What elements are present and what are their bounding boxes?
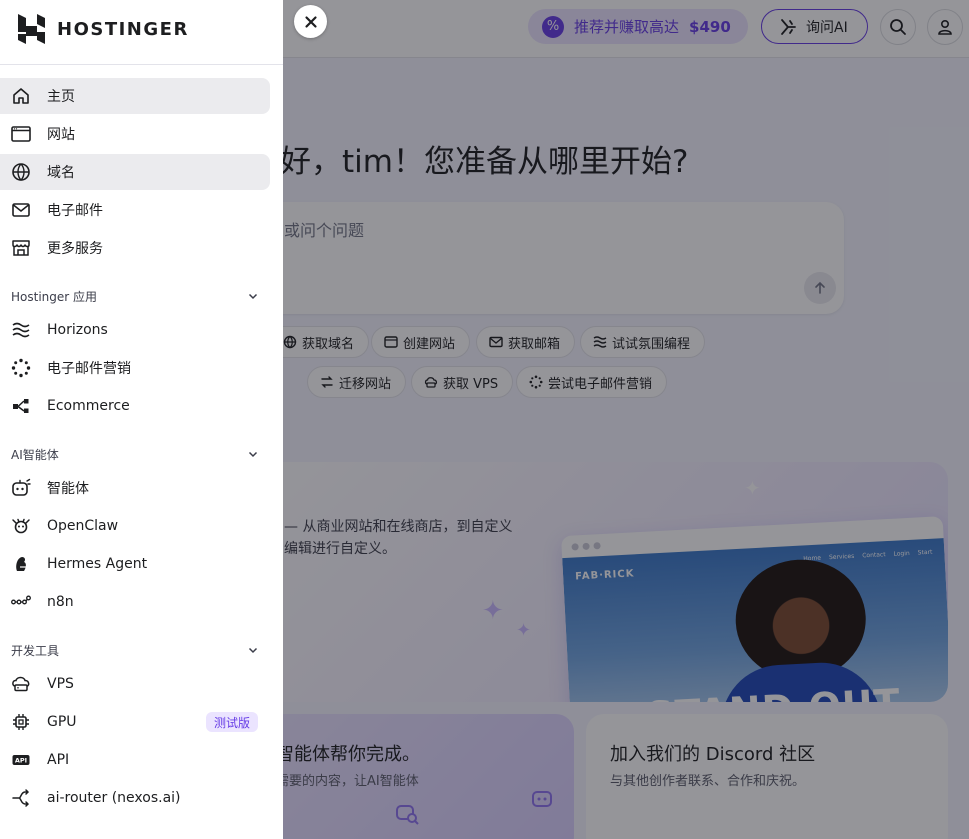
sidebar-item-label: API: [47, 752, 70, 768]
horizons-icon: [11, 320, 31, 340]
sidebar-item-label: n8n: [47, 594, 74, 610]
chip-icon: [11, 712, 31, 732]
close-sidebar-button[interactable]: [294, 5, 327, 38]
home-icon: [11, 86, 31, 106]
sidebar-item-label: ai-router (nexos.ai): [47, 790, 181, 806]
divider: [0, 64, 283, 65]
sidebar-item-label: OpenClaw: [47, 518, 119, 534]
sidebar-item-agents[interactable]: 智能体: [0, 470, 270, 506]
beta-badge: 测试版: [206, 712, 259, 732]
sidebar-item-email[interactable]: 电子邮件: [0, 192, 270, 228]
openclaw-icon: [11, 516, 31, 536]
sidebar-item-label: Hermes Agent: [47, 556, 148, 572]
sidebar-item-more-services[interactable]: 更多服务: [0, 230, 270, 266]
sidebar-item-websites[interactable]: 网站: [0, 116, 270, 152]
sidebar-item-label: 更多服务: [47, 241, 103, 257]
svg-text:API: API: [15, 757, 27, 765]
sidebar-item-ai-router[interactable]: ai-router (nexos.ai): [0, 780, 270, 816]
sidebar-item-label: Horizons: [47, 322, 108, 338]
section-dev-tools[interactable]: 开发工具: [11, 640, 259, 660]
sidebar-item-label: Ecommerce: [47, 398, 130, 414]
sidebar-item-hermes-agent[interactable]: Hermes Agent: [0, 546, 270, 582]
router-icon: [11, 788, 31, 808]
sidebar-item-email-marketing[interactable]: 电子邮件营销: [0, 350, 270, 386]
sidebar-item-label: 主页: [47, 89, 75, 105]
globe-icon: [11, 162, 31, 182]
sidebar-item-vps[interactable]: VPS: [0, 666, 270, 702]
n8n-icon: [11, 592, 31, 612]
section-title: AI智能体: [11, 447, 59, 462]
close-icon: [304, 15, 317, 28]
sidebar-item-label: 智能体: [47, 481, 89, 497]
sidebar-item-label: VPS: [47, 676, 74, 692]
vps-icon: [11, 674, 31, 694]
section-ai-agents[interactable]: AI智能体: [11, 444, 259, 464]
chevron-down-icon: [248, 293, 258, 300]
sidebar-item-label: 域名: [47, 165, 75, 181]
store-icon: [11, 238, 31, 258]
section-title: 开发工具: [11, 643, 60, 658]
sidebar-item-ecommerce[interactable]: Ecommerce: [0, 388, 270, 424]
mail-icon: [11, 200, 31, 220]
section-title: Hostinger 应用: [11, 289, 98, 304]
hermes-icon: [11, 554, 31, 574]
section-hostinger-apps[interactable]: Hostinger 应用: [11, 286, 259, 306]
agent-bot-icon: [11, 478, 31, 498]
chevron-down-icon: [248, 647, 258, 654]
sidebar-item-n8n[interactable]: n8n: [0, 584, 270, 620]
sidebar-menu: HOSTINGER 主页 网站 域名 电子邮件 更多服务 Hostinger 应…: [0, 0, 283, 839]
hostinger-logo-icon: [18, 14, 45, 44]
sidebar-item-horizons[interactable]: Horizons: [0, 312, 270, 348]
email-marketing-icon: [11, 358, 31, 378]
sidebar-item-openclaw[interactable]: OpenClaw: [0, 508, 270, 544]
api-icon: API: [11, 750, 31, 770]
browser-window-icon: [11, 124, 31, 144]
sidebar-item-label: 电子邮件营销: [47, 361, 131, 377]
brand-name: HOSTINGER: [57, 18, 189, 40]
sidebar-item-home[interactable]: 主页: [0, 78, 270, 114]
sidebar-item-domains[interactable]: 域名: [0, 154, 270, 190]
chevron-down-icon: [248, 451, 258, 458]
sidebar-item-label: 电子邮件: [47, 203, 103, 219]
sidebar-item-label: 网站: [47, 127, 75, 143]
brand[interactable]: HOSTINGER: [18, 13, 189, 45]
sidebar-item-api[interactable]: API API: [0, 742, 270, 778]
ecommerce-icon: [11, 396, 31, 416]
